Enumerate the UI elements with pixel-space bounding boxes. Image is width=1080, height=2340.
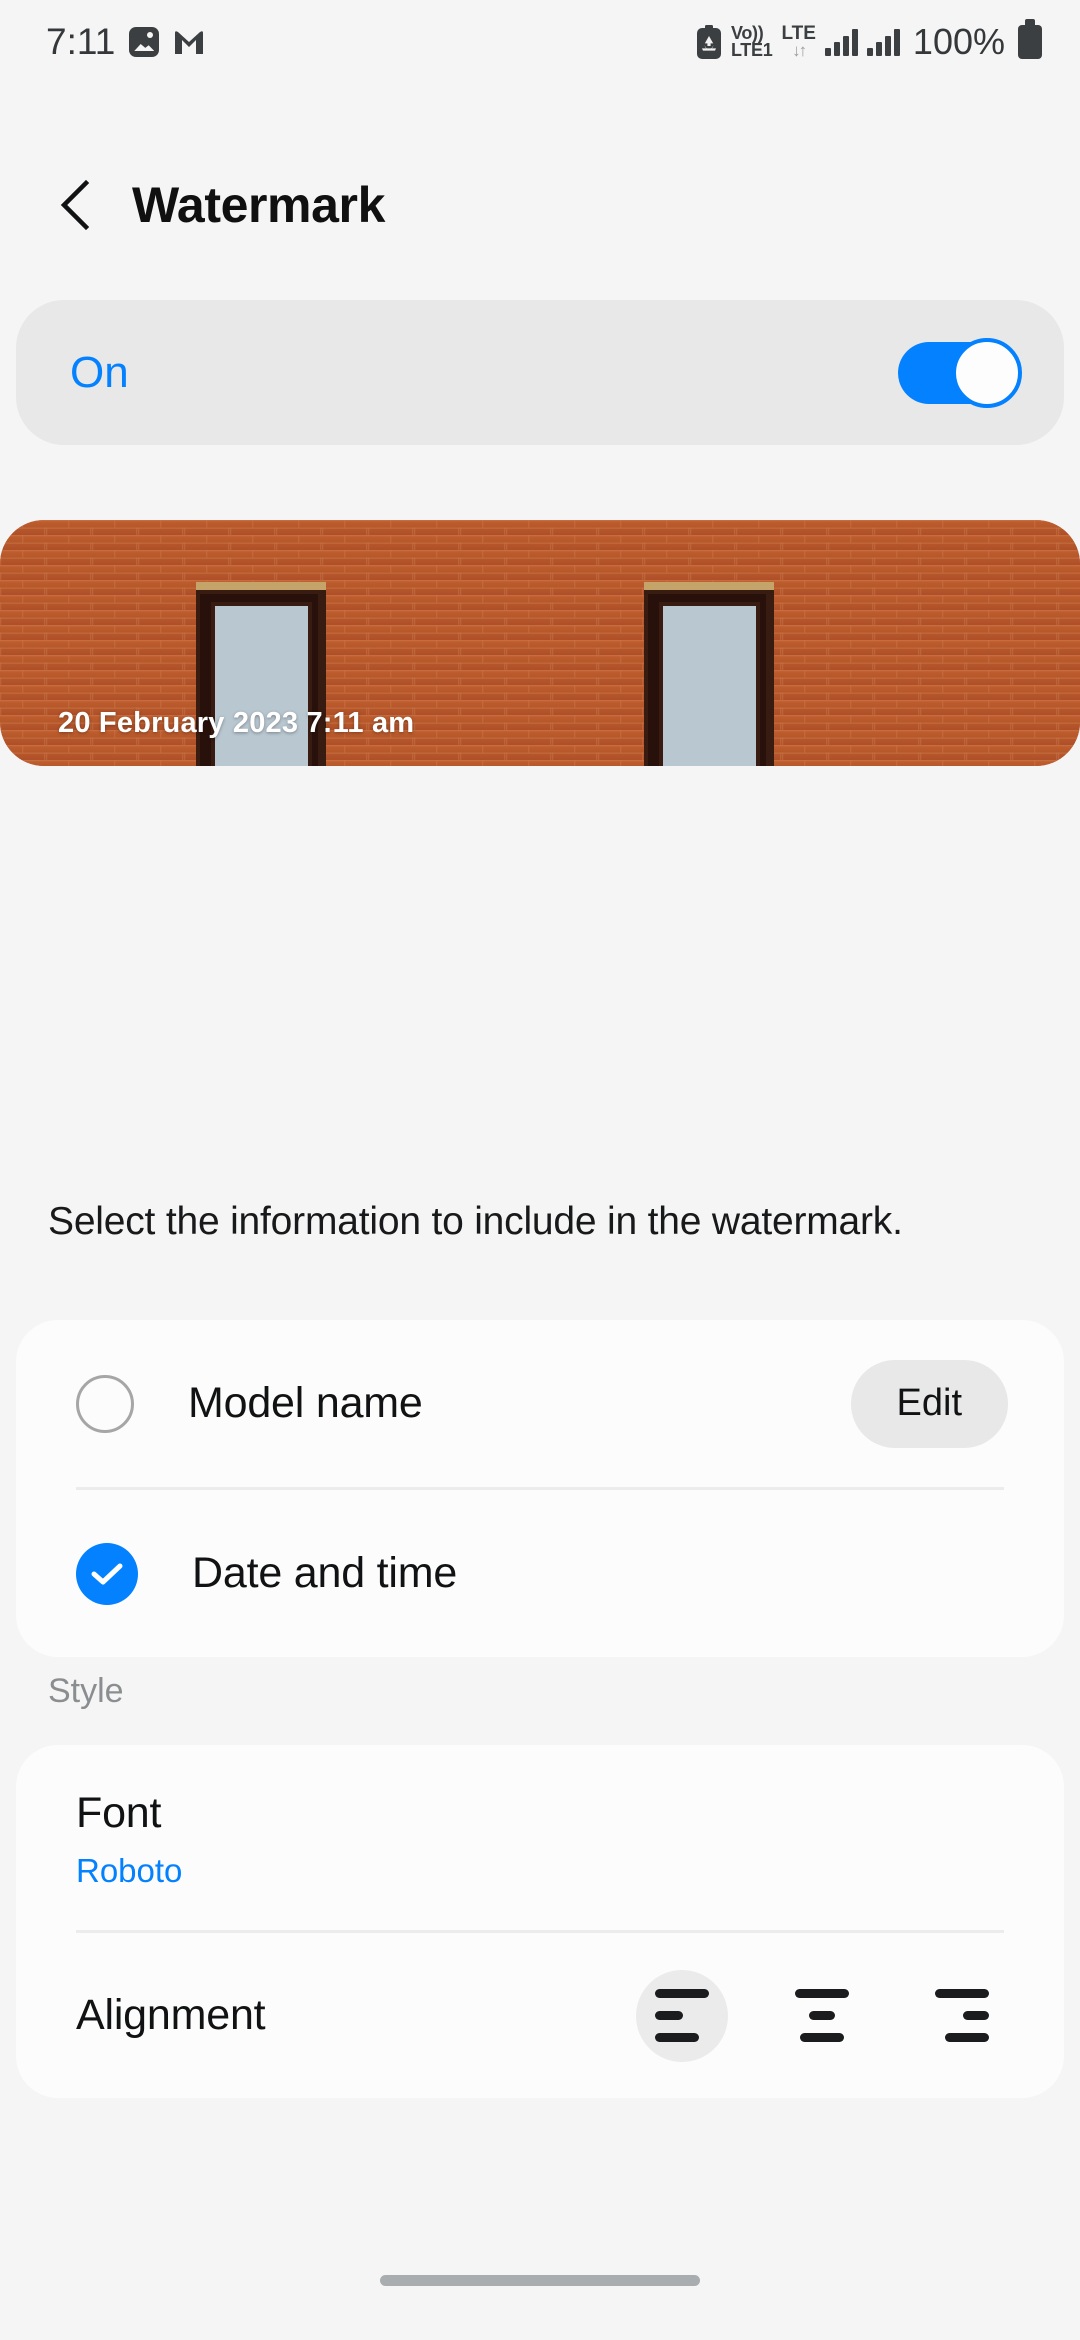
volte-icon: Vo)) LTE1 <box>730 25 773 60</box>
alignment-options <box>636 1969 1008 2062</box>
battery-saver-icon <box>696 25 722 59</box>
master-toggle-switch[interactable] <box>898 337 1022 408</box>
back-chevron-icon[interactable] <box>58 179 92 231</box>
battery-icon <box>1018 19 1042 59</box>
watermark-settings-screen: 7:11 Vo)) LTE1 LTE ↓↑ 100% Watermark On … <box>0 0 1080 2340</box>
option-label-model-name: Model name <box>188 1379 423 1427</box>
watermark-description: Select the information to include in the… <box>48 1200 903 1243</box>
edit-model-name-button[interactable]: Edit <box>850 1359 1008 1448</box>
status-bar-right: Vo)) LTE1 LTE ↓↑ 100% <box>696 19 1042 63</box>
status-bar-clock: 7:11 <box>46 21 116 62</box>
gallery-icon <box>129 27 160 57</box>
font-row[interactable]: Font Roboto <box>16 1745 1064 1930</box>
option-label-date-and-time: Date and time <box>192 1549 458 1597</box>
align-left-button[interactable] <box>636 1969 728 2062</box>
align-left-icon <box>655 1989 709 2042</box>
checkbox-checked-icon[interactable] <box>76 1542 138 1605</box>
signal-icon-1 <box>824 28 858 56</box>
lte-icon: LTE ↓↑ <box>781 24 815 60</box>
data-transfer-arrows-icon: ↓↑ <box>792 40 807 60</box>
page-title: Watermark <box>132 177 385 233</box>
font-row-value: Roboto <box>76 1852 183 1889</box>
watermark-master-toggle-row[interactable]: On <box>16 300 1064 445</box>
master-toggle-label: On <box>70 347 129 397</box>
style-card: Font Roboto Alignment <box>16 1745 1064 2098</box>
alignment-row: Alignment <box>16 1933 1064 2098</box>
watermark-options-card: Model name Edit Date and time <box>16 1320 1064 1657</box>
watermark-preview-image: 20 February 2023 7:11 am <box>0 520 1080 766</box>
align-center-icon <box>795 1989 849 2042</box>
align-right-icon <box>935 1989 989 2042</box>
alignment-label: Alignment <box>76 1991 266 2039</box>
watermark-text-overlay: 20 February 2023 7:11 am <box>58 707 415 739</box>
status-bar-left: 7:11 <box>46 21 205 63</box>
title-bar: Watermark <box>0 150 1080 260</box>
battery-percent-label: 100% <box>912 21 1005 62</box>
style-section-header: Style <box>48 1672 124 1710</box>
font-row-title: Font <box>76 1789 162 1837</box>
option-row-model-name[interactable]: Model name Edit <box>16 1320 1064 1487</box>
volte-bottom-label: LTE1 <box>730 40 773 60</box>
option-row-date-and-time[interactable]: Date and time <box>16 1490 1064 1657</box>
home-indicator[interactable] <box>380 2274 700 2286</box>
signal-icon-2 <box>866 28 900 56</box>
switch-knob <box>952 337 1022 408</box>
checkbox-unchecked-icon[interactable] <box>76 1374 134 1433</box>
align-right-button[interactable] <box>916 1970 1008 2062</box>
system-navigation-bar <box>0 2240 1080 2340</box>
status-bar: 7:11 Vo)) LTE1 LTE ↓↑ 100% <box>0 0 1080 84</box>
align-center-button[interactable] <box>776 1970 868 2062</box>
gmail-icon <box>173 29 205 55</box>
